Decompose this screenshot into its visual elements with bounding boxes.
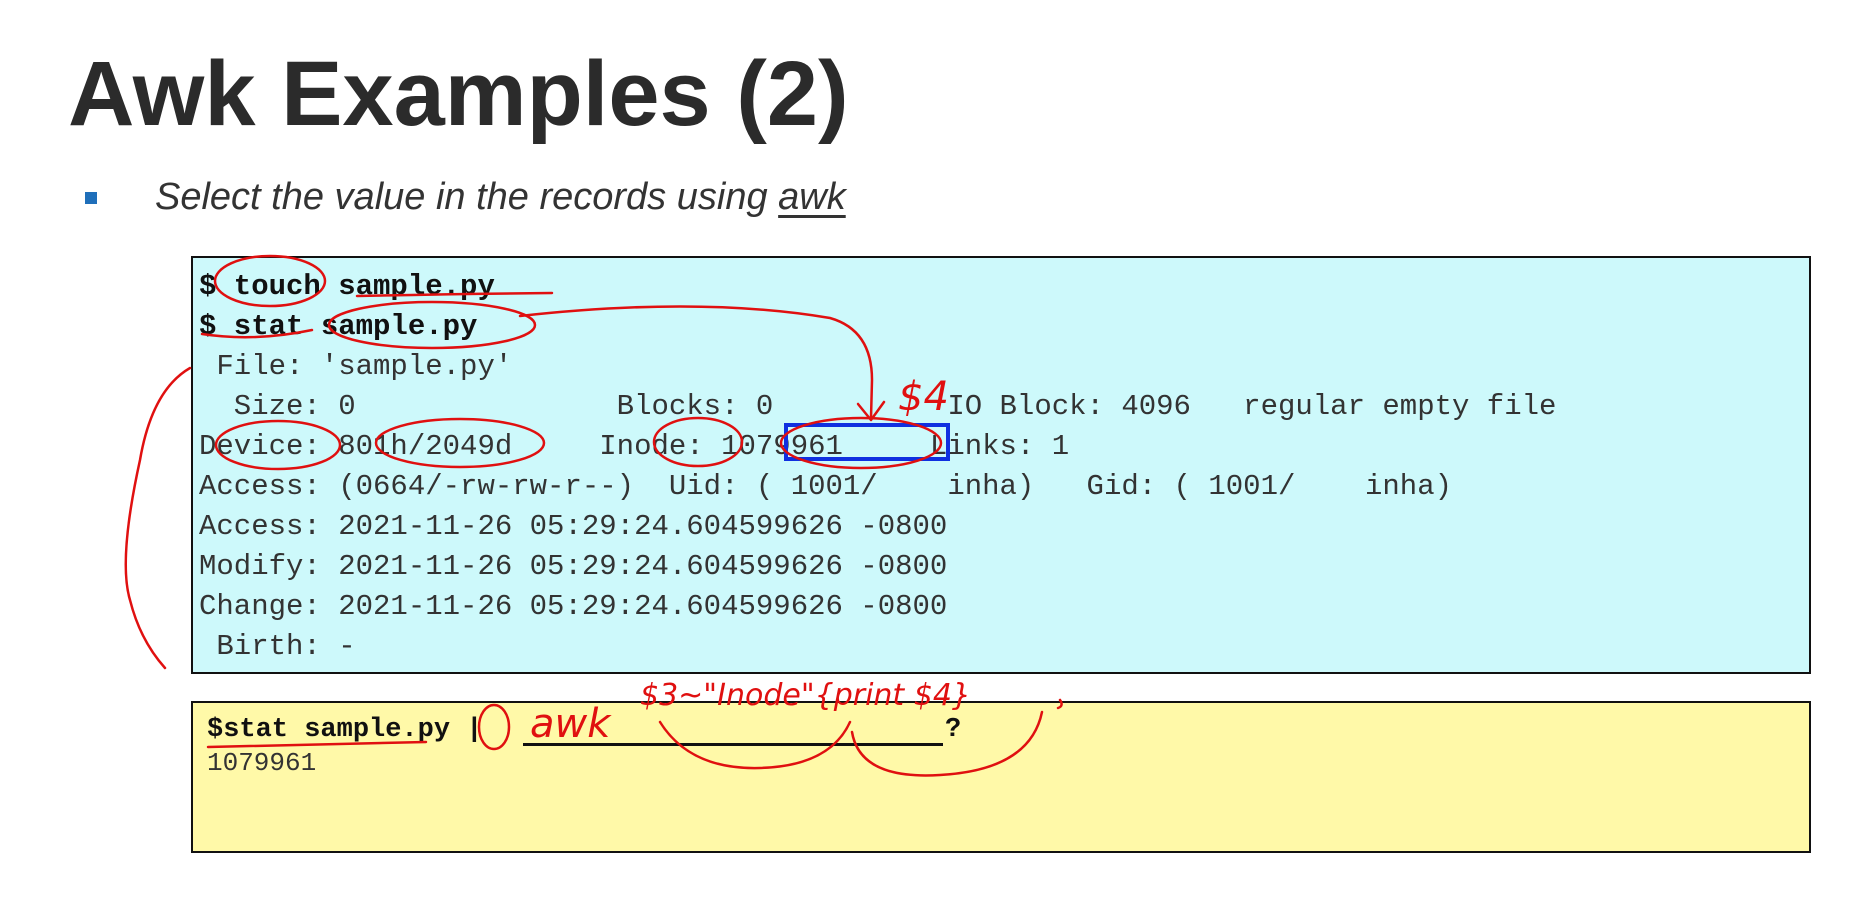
terminal-line-size: Size: 0 Blocks: 0 IO Block: 4096 regular… xyxy=(199,390,1557,423)
answer-output: 1079961 xyxy=(207,748,317,778)
bullet-text-prefix: Select the value in the records using xyxy=(155,176,779,218)
ink-left-bracket xyxy=(124,366,192,670)
terminal-output-box: $ touch sample.py $ stat sample.py File:… xyxy=(191,256,1811,674)
terminal-line-access-mode: Access: (0664/-rw-rw-r--) Uid: ( 1001/ i… xyxy=(199,470,1453,503)
bullet-text: Select the value in the records using aw… xyxy=(155,172,846,222)
terminal-line-stat: $ stat sample.py xyxy=(199,310,478,343)
bullet-marker xyxy=(85,192,97,204)
terminal-line-file: File: 'sample.py' xyxy=(199,350,513,383)
answer-command: $stat sample.py | xyxy=(207,715,483,745)
bullet-text-awk: awk xyxy=(778,176,846,218)
inode-highlight-box xyxy=(784,423,950,461)
slide-title: Awk Examples (2) xyxy=(68,43,849,145)
terminal-line-touch: $ touch sample.py xyxy=(199,270,495,303)
terminal-line-change-time: Change: 2021-11-26 05:29:24.604599626 -0… xyxy=(199,590,948,623)
terminal-line-birth: Birth: - xyxy=(199,630,356,663)
terminal-line-access-time: Access: 2021-11-26 05:29:24.604599626 -0… xyxy=(199,510,948,543)
answer-box: $stat sample.py | ? 1079961 xyxy=(191,701,1811,853)
terminal-line-modify-time: Modify: 2021-11-26 05:29:24.604599626 -0… xyxy=(199,550,948,583)
answer-blank-line xyxy=(523,743,943,746)
answer-question-mark: ? xyxy=(945,715,962,745)
